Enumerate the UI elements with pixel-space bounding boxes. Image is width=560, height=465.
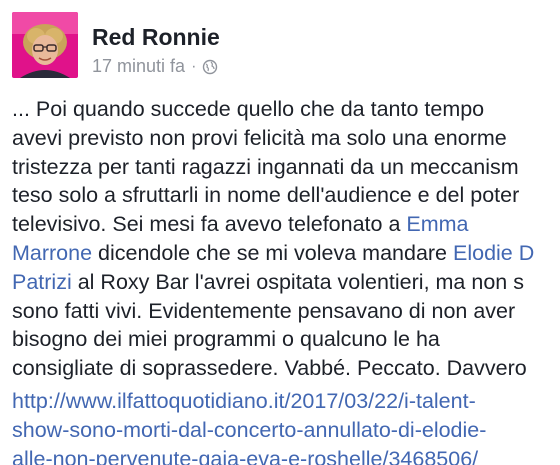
facebook-post: Red Ronnie 17 minuti fa · ... Poi quando… xyxy=(0,0,560,465)
author-name[interactable]: Red Ronnie xyxy=(92,24,220,51)
mention-emma-marrone[interactable]: Emma xyxy=(406,212,468,236)
mention-emma-marrone-cont[interactable]: Marrone xyxy=(12,241,92,265)
post-link[interactable]: http://www.ilfattoquotidiano.it/2017/03/… xyxy=(12,387,560,465)
post-body-line: Marrone dicendole che se mi voleva manda… xyxy=(12,239,560,268)
post-body-line: tristezza per tanti ragazzi ingannati da… xyxy=(12,154,519,179)
post-body-line: bisogno dei miei programmi o qualcuno le… xyxy=(12,327,440,352)
post-body-line: Patrizi al Roxy Bar l'avrei ospitata vol… xyxy=(12,268,560,297)
mention-elodie[interactable]: Elodie D xyxy=(453,241,534,265)
link-line[interactable]: http://www.ilfattoquotidiano.it/2017/03/… xyxy=(12,387,560,416)
body-text-segment: al Roxy Bar l'avrei ospitata volentieri,… xyxy=(71,269,524,294)
body-text-segment: televisivo. Sei mesi fa avevo telefonato… xyxy=(12,212,407,237)
body-text-segment: dicendole che se mi voleva mandare xyxy=(92,240,453,265)
globe-icon[interactable] xyxy=(202,59,218,75)
post-header: Red Ronnie 17 minuti fa · xyxy=(12,12,552,78)
post-body-line: teso solo a sfruttarli in nome dell'audi… xyxy=(12,183,520,208)
post-body-line: ... Poi quando succede quello che da tan… xyxy=(12,97,485,121)
link-line[interactable]: alle-non-pervenute-gaia-eva-e-roshelle/3… xyxy=(12,445,560,465)
post-body-line: sono fatti vivi. Evidentemente pensavano… xyxy=(12,298,516,323)
link-line[interactable]: show-sono-morti-dal-concerto-annullato-d… xyxy=(12,416,560,445)
meta-separator: · xyxy=(191,57,197,75)
avatar-image xyxy=(12,12,78,78)
post-body: ... Poi quando succede quello che da tan… xyxy=(12,95,560,383)
post-body-line: televisivo. Sei mesi fa avevo telefonato… xyxy=(12,210,560,239)
post-body-line: avevi previsto non provi felicità ma sol… xyxy=(12,125,507,150)
post-meta: 17 minuti fa · xyxy=(92,56,218,77)
avatar[interactable] xyxy=(12,12,78,78)
post-body-line: consigliate di soprassedere. Vabbé. Pecc… xyxy=(12,356,527,381)
mention-elodie-cont[interactable]: Patrizi xyxy=(12,270,72,294)
post-timestamp[interactable]: 17 minuti fa xyxy=(92,56,185,77)
